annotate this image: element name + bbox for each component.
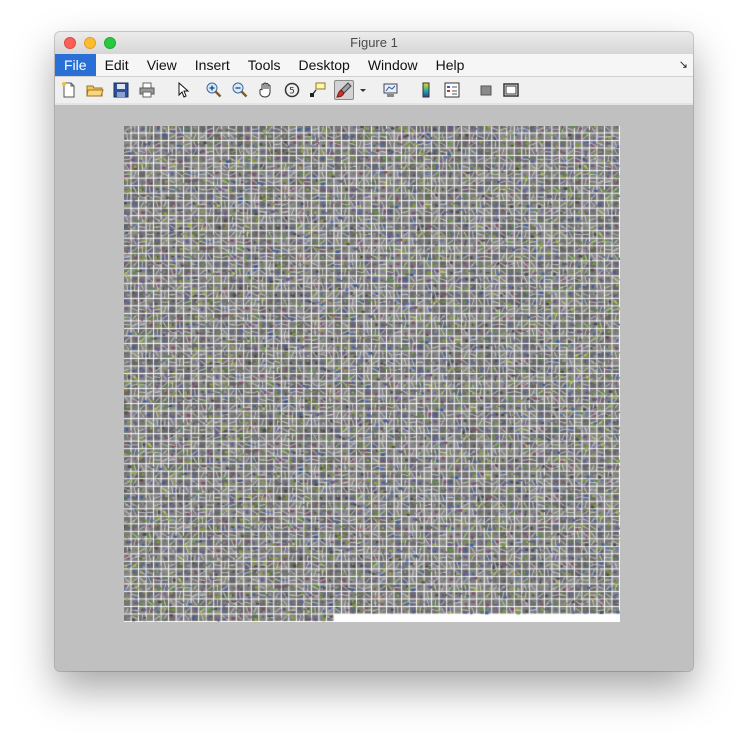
menu-help[interactable]: Help	[427, 54, 474, 76]
window-title: Figure 1	[350, 35, 398, 50]
figure-canvas[interactable]	[55, 106, 693, 671]
open-file-icon[interactable]	[86, 81, 104, 99]
menu-insert[interactable]: Insert	[186, 54, 239, 76]
insert-legend-icon[interactable]	[443, 81, 461, 99]
insert-colorbar-icon[interactable]	[417, 81, 435, 99]
menu-file[interactable]: File	[55, 54, 96, 76]
svg-text:5: 5	[289, 87, 295, 97]
rotate-3d-icon[interactable]: 5	[283, 81, 301, 99]
print-icon[interactable]	[138, 81, 156, 99]
zoom-out-icon[interactable]	[231, 81, 249, 99]
zoom-in-icon[interactable]	[205, 81, 223, 99]
menu-edit[interactable]: Edit	[96, 54, 138, 76]
edit-plot-arrow-icon[interactable]	[173, 81, 191, 99]
dock-figure-icon[interactable]: ↘	[679, 58, 688, 71]
toolbar-divider	[55, 103, 693, 105]
save-icon[interactable]	[112, 81, 130, 99]
pan-hand-icon[interactable]	[257, 81, 275, 99]
menu-desktop[interactable]: Desktop	[289, 54, 358, 76]
brush-icon[interactable]	[334, 80, 354, 100]
menu-window[interactable]: Window	[359, 54, 427, 76]
menu-tools[interactable]: Tools	[239, 54, 290, 76]
zoom-window-button[interactable]	[104, 37, 116, 49]
minimize-window-button[interactable]	[84, 37, 96, 49]
filter-montage-image[interactable]	[124, 126, 620, 622]
show-plot-tools-icon[interactable]	[502, 81, 520, 99]
figure-window: Figure 1 File Edit View Insert Tools Des…	[55, 32, 693, 671]
title-bar[interactable]: Figure 1	[55, 32, 693, 55]
close-window-button[interactable]	[64, 37, 76, 49]
hide-plot-tools-icon[interactable]	[477, 81, 495, 99]
data-cursor-icon[interactable]	[309, 81, 327, 99]
figure-toolbar: 5	[55, 77, 693, 104]
menu-bar: File Edit View Insert Tools Desktop Wind…	[55, 54, 693, 77]
new-figure-icon[interactable]	[60, 81, 78, 99]
brush-dropdown-icon[interactable]	[358, 81, 368, 99]
menu-view[interactable]: View	[138, 54, 186, 76]
link-plot-icon[interactable]	[382, 81, 400, 99]
